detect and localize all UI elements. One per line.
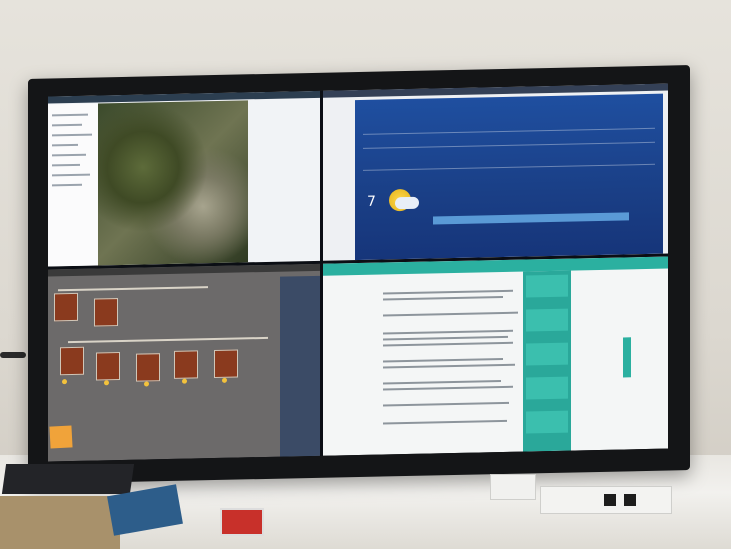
layer-item[interactable] <box>52 173 90 177</box>
cardboard-box <box>0 496 120 549</box>
sidebar-card[interactable] <box>526 342 568 366</box>
layer-item[interactable] <box>52 113 88 117</box>
text-line <box>383 363 515 369</box>
wall-monitor: 7 <box>28 65 690 484</box>
layer-item[interactable] <box>52 163 80 167</box>
pipe <box>58 286 208 292</box>
layer-item[interactable] <box>52 153 86 157</box>
forecast-band <box>433 212 629 225</box>
text-line <box>383 385 513 391</box>
socket <box>604 494 616 506</box>
red-device <box>220 508 264 536</box>
sidebar-card[interactable] <box>526 308 568 332</box>
layer-item[interactable] <box>52 133 92 137</box>
socket <box>624 494 636 506</box>
keyboard <box>1 464 135 494</box>
text-line <box>383 295 503 301</box>
tank[interactable] <box>54 292 78 322</box>
text-line <box>383 289 513 295</box>
text-line <box>383 335 508 341</box>
layer-item[interactable] <box>52 143 78 147</box>
tank[interactable] <box>136 353 160 382</box>
map-viewer-window[interactable] <box>48 90 320 267</box>
text-line <box>383 311 518 317</box>
wall-outlet <box>490 474 536 500</box>
text-line <box>383 380 501 385</box>
control-panel[interactable] <box>280 275 320 457</box>
document-window[interactable] <box>323 256 668 456</box>
pipe <box>68 336 268 344</box>
status-indicator <box>62 379 67 385</box>
forecast-row <box>363 141 655 149</box>
sidebar-card[interactable] <box>526 376 568 400</box>
sticky-note <box>49 425 73 449</box>
weather-panel: 7 <box>355 93 663 261</box>
layer-item[interactable] <box>52 183 82 187</box>
sidebar-card[interactable] <box>526 410 568 434</box>
tank[interactable] <box>214 349 238 379</box>
status-indicator <box>104 380 109 386</box>
tank[interactable] <box>96 352 120 381</box>
tank[interactable] <box>174 350 198 379</box>
weather-dashboard-window[interactable]: 7 <box>323 83 668 261</box>
layer-panel[interactable] <box>48 103 98 267</box>
status-indicator <box>182 378 187 384</box>
forecast-row <box>363 127 655 135</box>
tank[interactable] <box>94 298 118 327</box>
sidebar-card[interactable] <box>526 274 568 298</box>
cable <box>0 352 26 358</box>
tank[interactable] <box>60 346 84 376</box>
text-line <box>383 329 513 335</box>
scroll-buttons[interactable] <box>623 337 631 378</box>
satellite-map[interactable] <box>98 100 248 266</box>
window-titlebar <box>48 263 320 277</box>
screen: 7 <box>48 83 668 462</box>
scada-window[interactable] <box>48 263 320 462</box>
status-indicator <box>144 381 149 387</box>
text-line <box>383 419 507 425</box>
temperature-value: 7 <box>367 193 376 210</box>
text-line <box>383 357 503 363</box>
cloud-icon <box>395 196 419 210</box>
text-line <box>383 401 509 407</box>
status-indicator <box>222 377 227 383</box>
text-line <box>383 341 513 347</box>
layer-item[interactable] <box>52 123 82 127</box>
forecast-row <box>363 163 655 171</box>
